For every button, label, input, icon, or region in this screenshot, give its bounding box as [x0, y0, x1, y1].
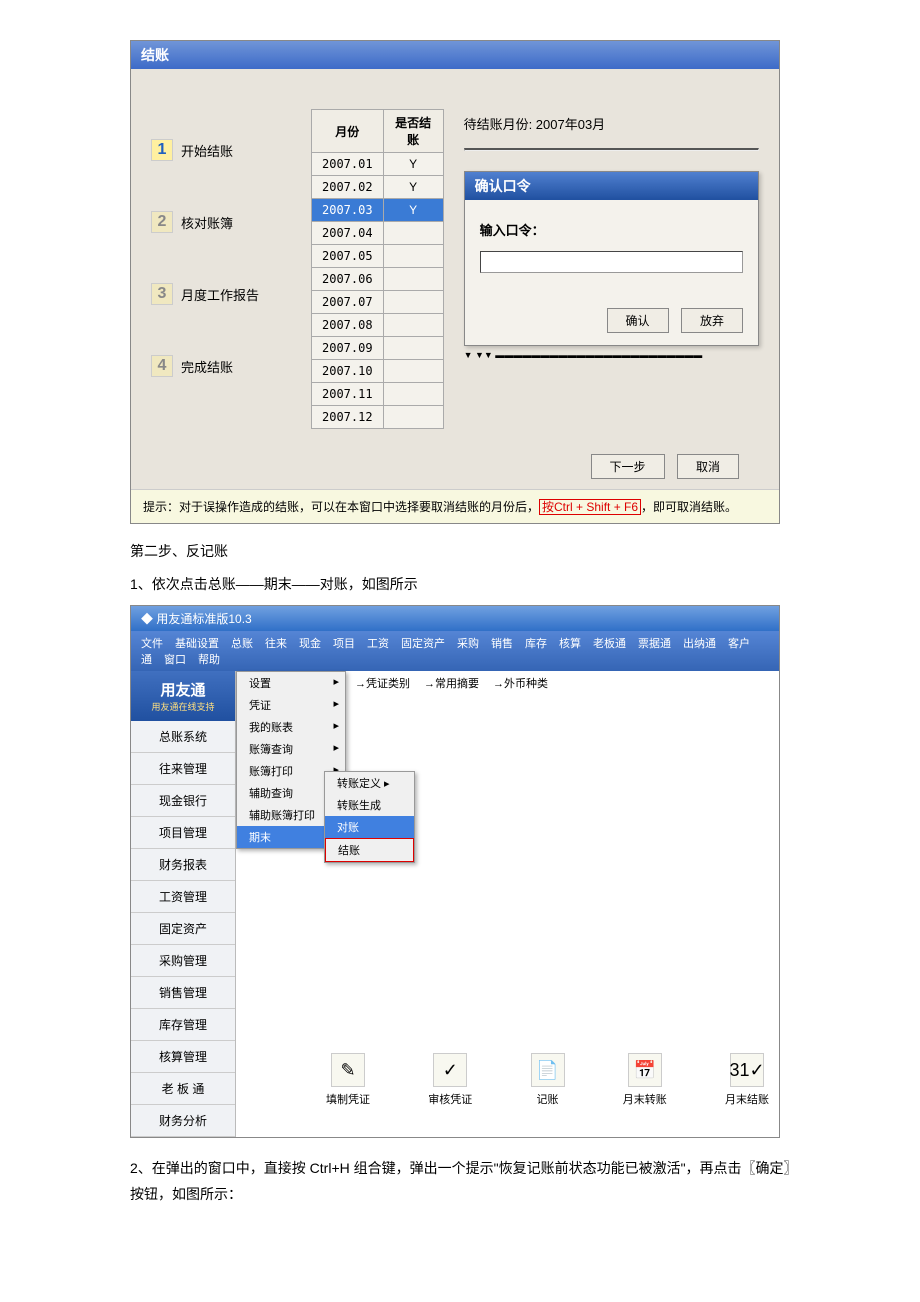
table-row: 2007.04 [312, 222, 444, 245]
sidebar-item[interactable]: 财务分析 [131, 1105, 235, 1137]
brand-panel: 用友通 用友通在线支持 [131, 671, 235, 721]
table-row: 2007.10 [312, 360, 444, 383]
sidebar: 用友通 用友通在线支持 总账系统 往来管理 现金银行 项目管理 财务报表 工资管… [131, 671, 236, 1137]
step-report[interactable]: 3月度工作报告 [151, 283, 291, 305]
confirm-button[interactable]: 确认 [607, 308, 669, 333]
sidebar-item[interactable]: 采购管理 [131, 945, 235, 977]
sidebar-item[interactable]: 往来管理 [131, 753, 235, 785]
step-start[interactable]: 1开始结账 [151, 139, 291, 161]
hint-bar: 提示：对于误操作造成的结账，可以在本窗口中选择要取消结账的月份后，按Ctrl +… [131, 489, 779, 523]
sidebar-item[interactable]: 销售管理 [131, 977, 235, 1009]
secondary-toolbar: 目→凭证类别→常用摘要→外币种类 [330, 675, 548, 691]
submenu-item-close[interactable]: 结账 [325, 838, 414, 862]
table-row: 2007.11 [312, 383, 444, 406]
table-row: 2007.02Y [312, 176, 444, 199]
workflow-post[interactable]: 📄记账 [531, 1053, 565, 1107]
submenu-item[interactable]: 转账定义 ▸ [325, 772, 414, 794]
table-row: 2007.06 [312, 268, 444, 291]
submenu-item-reconcile[interactable]: 对账 [325, 816, 414, 838]
submenu-item[interactable]: 转账生成 [325, 794, 414, 816]
sidebar-item[interactable]: 总账系统 [131, 721, 235, 753]
sidebar-item[interactable]: 工资管理 [131, 881, 235, 913]
sidebar-item[interactable]: 固定资产 [131, 913, 235, 945]
workflow-create[interactable]: ✎填制凭证 [326, 1053, 370, 1107]
app-title: ◆ 用友通标准版10.3 [131, 606, 779, 631]
step-complete[interactable]: 4完成结账 [151, 355, 291, 377]
submenu[interactable]: 转账定义 ▸ 转账生成 对账 结账 [324, 771, 415, 863]
table-row: 2007.09 [312, 337, 444, 360]
sidebar-item[interactable]: 老 板 通 [131, 1073, 235, 1105]
instruction-sub2: 2、在弹出的窗口中，直接按 Ctrl+H 组合键，弹出一个提示"恢复记账前状态功… [130, 1156, 800, 1206]
pending-month-label: 待结账月份: 2007年03月 [464, 114, 759, 133]
sidebar-item[interactable]: 现金银行 [131, 785, 235, 817]
table-row: 2007.05 [312, 245, 444, 268]
app-window: ◆ 用友通标准版10.3 文件基础设置总账往来现金项目工资固定资产采购销售库存核… [130, 605, 780, 1138]
workflow-close[interactable]: 31✓月末结账 [725, 1053, 769, 1107]
workflow-audit[interactable]: ✓审核凭证 [428, 1053, 472, 1107]
wizard-steps: 1开始结账 2核对账簿 3月度工作报告 4完成结账 [151, 109, 291, 429]
next-button[interactable]: 下一步 [591, 454, 665, 479]
table-row: 2007.12 [312, 406, 444, 429]
cancel-button[interactable]: 取消 [677, 454, 739, 479]
workflow-icons: ✎填制凭证 ✓审核凭证 📄记账 📅月末转账 31✓月末结账 [326, 1053, 769, 1107]
instruction-sub1: 1、依次点击总账——期末——对账，如图所示 [130, 572, 800, 597]
password-title: 确认口令 [465, 172, 758, 200]
menu-bar[interactable]: 文件基础设置总账往来现金项目工资固定资产采购销售库存核算老板通票据通出纳通客户通… [131, 631, 779, 671]
sidebar-item[interactable]: 财务报表 [131, 849, 235, 881]
table-row: 2007.07 [312, 291, 444, 314]
abandon-button[interactable]: 放弃 [681, 308, 743, 333]
table-row: 2007.01Y [312, 153, 444, 176]
close-accounts-dialog: 结账 1开始结账 2核对账簿 3月度工作报告 4完成结账 月份是否结账 2007… [130, 40, 780, 524]
workflow-transfer[interactable]: 📅月末转账 [623, 1053, 667, 1107]
dialog-title: 结账 [131, 41, 779, 69]
step-verify[interactable]: 2核对账簿 [151, 211, 291, 233]
password-label: 输入口令： [480, 220, 743, 239]
month-table[interactable]: 月份是否结账 2007.01Y 2007.02Y 2007.03Y 2007.0… [311, 109, 444, 429]
menu-item[interactable]: 凭证▸ [237, 694, 345, 716]
password-input[interactable] [480, 251, 743, 273]
menu-item[interactable]: 账簿查询▸ [237, 738, 345, 760]
password-dialog: 确认口令 输入口令： 确认 放弃 [464, 171, 759, 346]
table-row: 2007.08 [312, 314, 444, 337]
menu-item[interactable]: 我的账表▸ [237, 716, 345, 738]
sidebar-item[interactable]: 项目管理 [131, 817, 235, 849]
sidebar-item[interactable]: 核算管理 [131, 1041, 235, 1073]
menu-item[interactable]: 设置▸ [237, 672, 345, 694]
sidebar-item[interactable]: 库存管理 [131, 1009, 235, 1041]
instruction-step2: 第二步、反记账 [130, 539, 800, 564]
table-row: 2007.03Y [312, 199, 444, 222]
garbled-text: ▼ ▼▼ ▬▬▬▬▬▬▬▬▬▬▬▬▬▬▬▬▬▬▬▬▬▬▬ [464, 350, 759, 360]
